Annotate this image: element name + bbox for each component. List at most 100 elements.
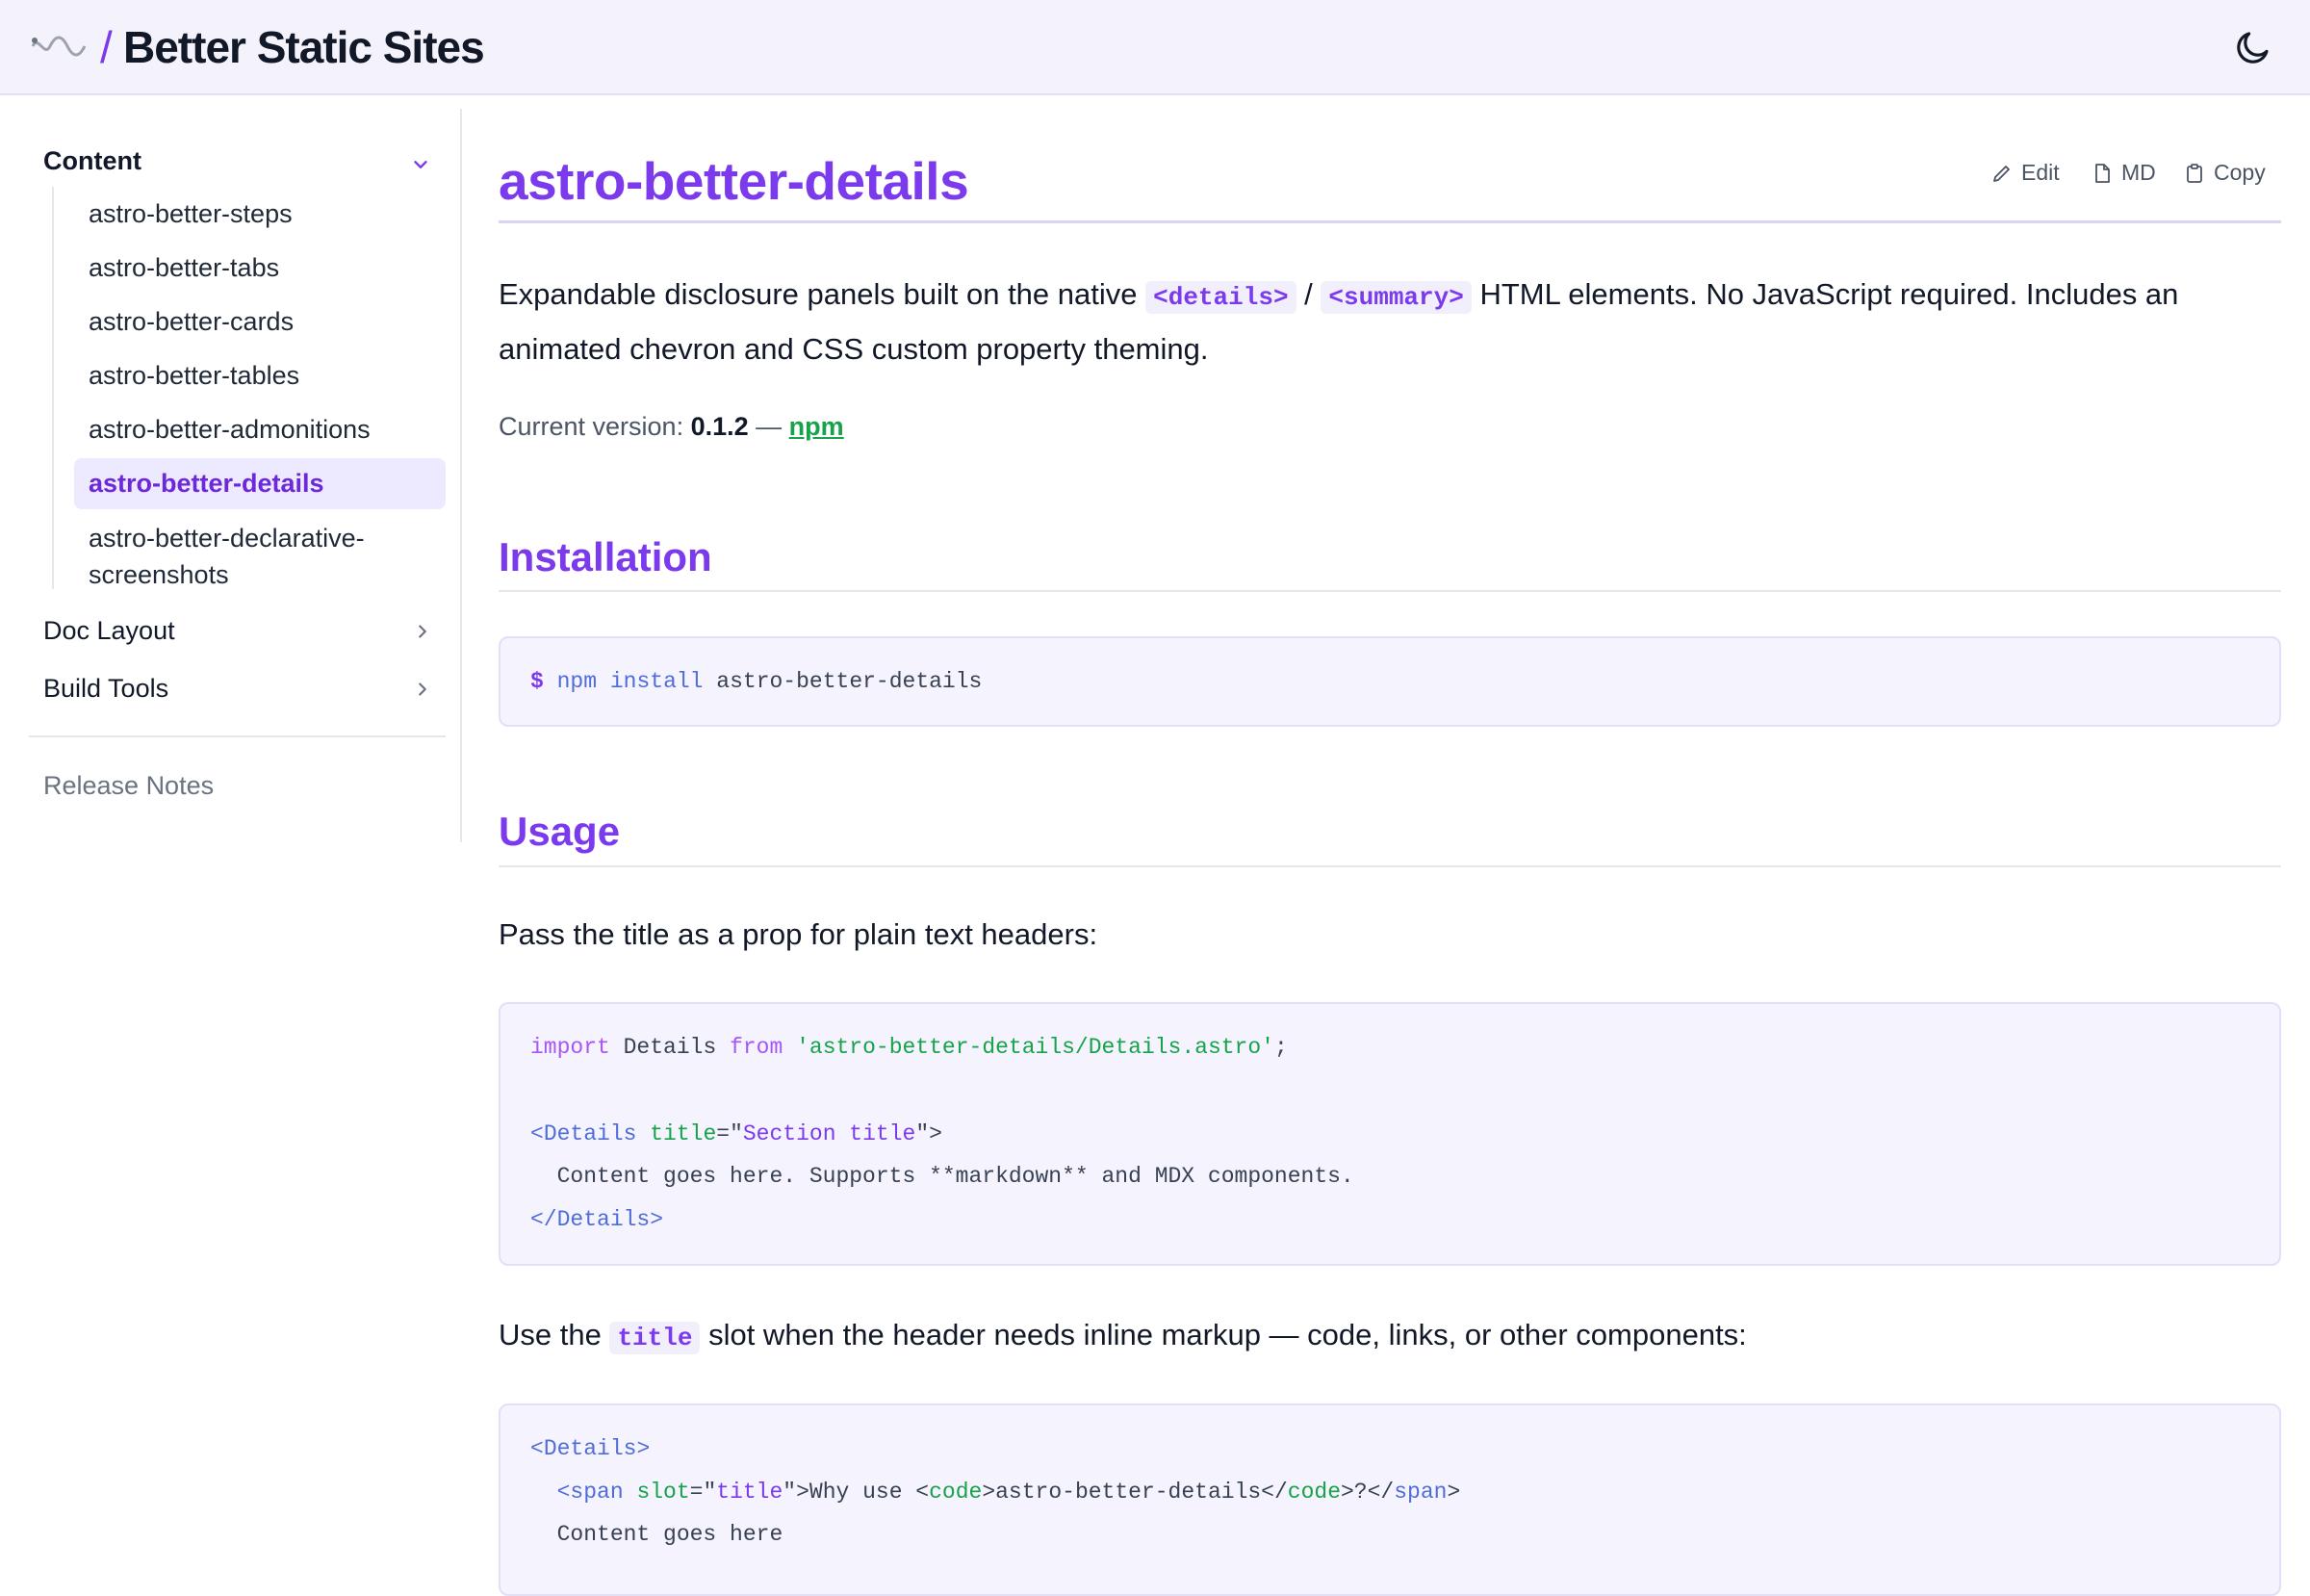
kw-from: from <box>730 1035 783 1060</box>
chevron-right-icon[interactable] <box>412 621 433 642</box>
inline-code-summary: <summary> <box>1321 281 1472 314</box>
usage-code-block-1: import Details from 'astro-better-detail… <box>499 1002 2281 1266</box>
copy-button[interactable]: Copy <box>2183 160 2266 186</box>
code-line: <Details title="Section title"> <box>530 1121 942 1146</box>
sidebar-section-doc-layout[interactable]: Doc Layout <box>43 616 175 646</box>
code-line: import Details from 'astro-better-detail… <box>530 1035 1288 1060</box>
usage-paragraph-2: Use the title slot when the header needs… <box>499 1309 2279 1364</box>
tag-name: Details <box>543 1436 637 1461</box>
tag-bracket: > <box>1447 1480 1461 1505</box>
version-line: Current version: 0.1.2 — npm <box>499 412 844 442</box>
md-button[interactable]: MD <box>2091 160 2156 186</box>
top-header: / Better Static Sites <box>0 0 2310 95</box>
clipboard-icon <box>2187 163 2202 183</box>
tag-bracket: </ <box>530 1207 557 1232</box>
kw-import: import <box>530 1035 610 1060</box>
tag-bracket: > <box>636 1436 651 1461</box>
version-dash: — <box>748 412 789 441</box>
sidebar-item-declarative-screenshots[interactable]: astro-better-declarative- screenshots <box>89 520 365 593</box>
site-title[interactable]: Better Static Sites <box>123 21 485 73</box>
usage-heading: Usage <box>499 809 621 854</box>
attr-eq: =" <box>716 1121 743 1146</box>
tag-bracket: > <box>650 1207 664 1232</box>
inline-code-details: <details> <box>1145 281 1296 314</box>
para-text-end: slot when the header needs inline markup… <box>700 1318 1747 1351</box>
code-text: >astro-better-details</ <box>982 1480 1288 1505</box>
import-name: Details <box>609 1035 731 1060</box>
intro-separator: / <box>1296 277 1322 311</box>
semicolon: ; <box>1273 1035 1288 1060</box>
edit-label: Edit <box>2021 160 2060 185</box>
tag-close: "> <box>915 1121 942 1146</box>
section-label: Doc Layout <box>43 616 175 645</box>
para-text: Use the <box>499 1318 610 1351</box>
version-number: 0.1.2 <box>690 412 749 441</box>
code-text: >?</ <box>1341 1480 1395 1505</box>
edit-button[interactable]: Edit <box>1990 160 2060 186</box>
heading-rule <box>499 590 2281 592</box>
tag-name: span <box>570 1480 624 1505</box>
nav-tree-line <box>52 187 54 589</box>
cmd-package: astro-better-details <box>716 669 983 694</box>
tag-name: Details <box>556 1207 651 1232</box>
installation-heading: Installation <box>499 534 712 579</box>
logo-icon[interactable] <box>29 27 89 65</box>
sidebar-divider <box>460 109 462 842</box>
prompt-symbol: $ <box>530 669 544 694</box>
code-line: </Details> <box>530 1207 663 1232</box>
attr-name: title <box>636 1121 717 1146</box>
tag-name: code <box>929 1480 983 1505</box>
sidebar-item-steps[interactable]: astro-better-steps <box>89 195 293 232</box>
sidebar-section-content[interactable]: Content <box>43 146 141 176</box>
copy-label: Copy <box>2214 160 2266 185</box>
breadcrumb-slash: / <box>100 22 113 72</box>
sidebar-item-tables[interactable]: astro-better-tables <box>89 357 299 394</box>
tag-name: code <box>1287 1480 1341 1505</box>
version-label: Current version: <box>499 412 691 441</box>
tag-bracket: < <box>530 1436 544 1461</box>
attr-name: slot <box>623 1480 690 1505</box>
sidebar-item-label-line1: astro-better-declarative- <box>89 524 365 553</box>
page-title: astro-better-details <box>499 151 969 211</box>
sidebar-item-admonitions[interactable]: astro-better-admonitions <box>89 411 371 448</box>
sidebar-divider-horizontal <box>29 735 446 737</box>
sidebar-section-build-tools[interactable]: Build Tools <box>43 674 168 704</box>
cmd-install: install <box>609 669 704 694</box>
intro-paragraph: Expandable disclosure panels built on th… <box>499 269 2279 375</box>
usage-code-block-2: <Details> <span slot="title">Why use <co… <box>499 1403 2281 1596</box>
install-code-block: $ npm install astro-better-details <box>499 636 2281 727</box>
code-line: Content goes here. Supports **markdown**… <box>530 1164 1354 1189</box>
attr-value: Section title <box>742 1121 916 1146</box>
tag-name: Details <box>543 1121 637 1146</box>
sidebar-item-cards[interactable]: astro-better-cards <box>89 303 294 340</box>
release-notes-link[interactable]: Release Notes <box>43 771 214 801</box>
chevron-right-icon[interactable] <box>412 679 433 700</box>
attr-value: title <box>716 1480 783 1505</box>
inline-code-title: title <box>609 1322 701 1354</box>
usage-paragraph-1: Pass the title as a prop for plain text … <box>499 917 1098 951</box>
tag-name: span <box>1394 1480 1448 1505</box>
attr-eq: =" <box>689 1480 717 1505</box>
title-underline <box>499 220 2281 223</box>
cmd-npm: npm <box>556 669 598 694</box>
npm-link[interactable]: npm <box>789 412 844 441</box>
file-icon <box>2095 163 2110 183</box>
moon-icon[interactable] <box>2233 27 2273 67</box>
sidebar-item-tabs[interactable]: astro-better-tabs <box>89 249 279 286</box>
code-line: <span slot="title">Why use <code>astro-b… <box>530 1480 1461 1505</box>
import-path: 'astro-better-details/Details.astro' <box>783 1035 1274 1060</box>
code-text: ">Why use < <box>783 1480 930 1505</box>
pencil-icon <box>1993 165 2010 182</box>
sidebar-item-details[interactable]: astro-better-details <box>89 465 324 502</box>
code-line: Content goes here <box>530 1522 783 1547</box>
code-line: $ npm install astro-better-details <box>530 669 982 694</box>
heading-rule <box>499 865 2281 867</box>
tag-bracket: < <box>530 1121 544 1146</box>
sidebar-item-label-line2: screenshots <box>89 560 229 589</box>
md-label: MD <box>2121 160 2156 185</box>
section-label: Build Tools <box>43 674 169 703</box>
section-label: Content <box>43 146 141 175</box>
tag-bracket: < <box>530 1480 571 1505</box>
code-line: <Details> <box>530 1436 650 1461</box>
chevron-down-icon[interactable] <box>410 154 431 175</box>
